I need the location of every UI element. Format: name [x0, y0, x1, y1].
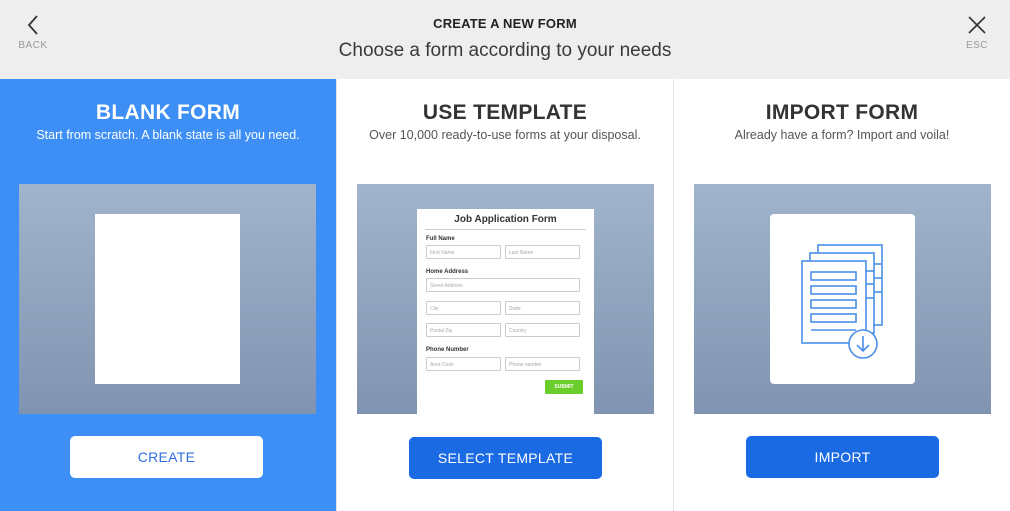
use-template-panel[interactable]: USE TEMPLATE Over 10,000 ready-to-use fo…	[336, 79, 673, 511]
preview-label-full-name: Full Name	[426, 236, 455, 242]
blank-page-illustration	[95, 214, 240, 384]
preview-input-first-name: First Name	[426, 245, 501, 259]
close-icon	[968, 16, 986, 34]
import-card	[770, 214, 915, 384]
document-download-icon	[801, 244, 883, 359]
preview-input-country: Country	[505, 323, 580, 337]
blank-form-preview	[19, 184, 316, 414]
import-form-panel[interactable]: IMPORT FORM Already have a form? Import …	[673, 79, 1010, 511]
esc-label: ESC	[965, 40, 989, 51]
use-template-title: USE TEMPLATE	[422, 101, 588, 124]
import-form-description: Already have a form? Import and voila!	[734, 128, 950, 142]
preview-input-state: State	[505, 301, 580, 315]
blank-form-panel[interactable]: BLANK FORM Start from scratch. A blank s…	[0, 79, 336, 511]
preview-label-home-address: Home Address	[426, 269, 469, 275]
page-subtitle: Choose a form according to your needs	[338, 40, 672, 61]
header: BACK CREATE A NEW FORM Choose a form acc…	[0, 0, 1010, 79]
blank-form-description: Start from scratch. A blank state is all…	[36, 128, 300, 142]
import-form-title: IMPORT FORM	[765, 101, 919, 124]
preview-submit-button: SUBMIT	[545, 380, 583, 394]
import-preview	[694, 184, 991, 414]
preview-input-postal: Postal Zip	[426, 323, 501, 337]
job-application-form-preview: Job Application Form Full Name First Nam…	[417, 209, 594, 414]
preview-label-phone: Phone Number	[426, 347, 469, 353]
preview-input-last-name: Last Name	[505, 245, 580, 259]
preview-input-city: City	[426, 301, 501, 315]
create-button[interactable]: CREATE	[70, 436, 263, 478]
import-button[interactable]: IMPORT	[746, 436, 939, 478]
page-title: CREATE A NEW FORM	[433, 16, 577, 31]
blank-form-title: BLANK FORM	[95, 101, 241, 124]
preview-form-title: Job Application Form	[425, 209, 586, 230]
select-template-button[interactable]: SELECT TEMPLATE	[409, 437, 602, 479]
use-template-description: Over 10,000 ready-to-use forms at your d…	[369, 128, 641, 142]
template-preview: Job Application Form Full Name First Nam…	[357, 184, 654, 414]
close-button[interactable]: ESC	[958, 14, 996, 58]
preview-input-area-code: Area Code	[426, 357, 501, 371]
preview-input-phone: Phone number	[505, 357, 580, 371]
preview-input-street: Street Address	[426, 278, 580, 292]
